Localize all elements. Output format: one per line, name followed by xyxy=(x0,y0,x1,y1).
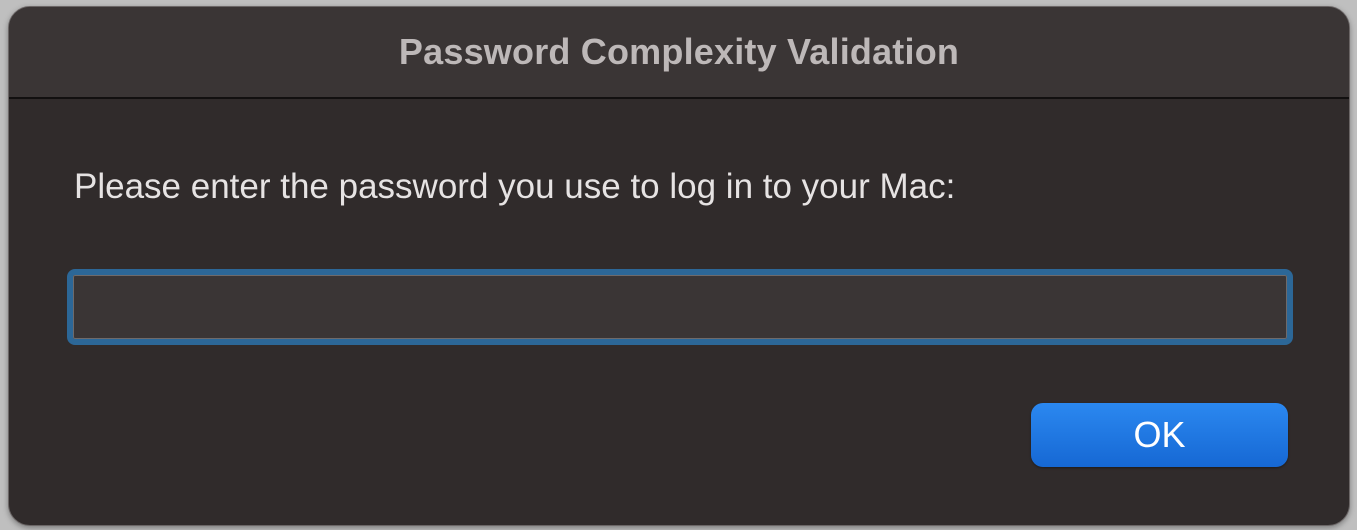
ok-button[interactable]: OK xyxy=(1031,403,1288,467)
dialog-titlebar: Password Complexity Validation xyxy=(9,7,1349,99)
password-input[interactable] xyxy=(67,269,1293,345)
dialog-title: Password Complexity Validation xyxy=(398,31,960,72)
password-prompt: Please enter the password you use to log… xyxy=(74,167,956,206)
password-dialog: Password Complexity Validation Please en… xyxy=(8,6,1350,526)
